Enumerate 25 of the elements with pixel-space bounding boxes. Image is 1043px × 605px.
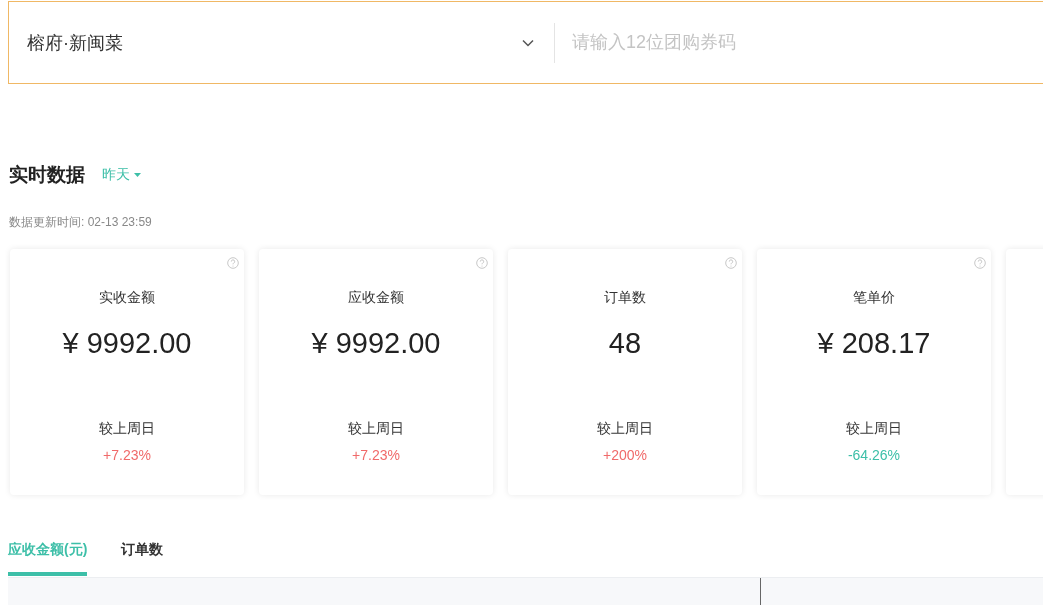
update-time: 数据更新时间: 02-13 23:59	[9, 214, 153, 231]
stat-label: 笔单价	[853, 289, 895, 307]
compare-label: 较上周日	[348, 420, 404, 438]
change-percent: +200%	[603, 447, 647, 463]
help-icon[interactable]	[227, 257, 239, 269]
compare-label: 较上周日	[597, 420, 653, 438]
change-percent: +7.23%	[352, 447, 400, 463]
help-icon[interactable]	[725, 257, 737, 269]
help-icon[interactable]	[974, 257, 986, 269]
compare-label: 较上周日	[846, 420, 902, 438]
change-percent: +7.23%	[103, 447, 151, 463]
stat-label: 订单数	[604, 289, 646, 307]
help-icon[interactable]	[476, 257, 488, 269]
stat-value: ¥ 9992.00	[62, 327, 192, 360]
caret-icon	[134, 173, 141, 177]
compare-label: 较上周日	[99, 420, 155, 438]
section-title: 实时数据	[9, 163, 85, 187]
chevron-down-icon	[522, 38, 534, 47]
chart-tab[interactable]: 订单数	[121, 533, 164, 576]
stat-label: 应收金额	[348, 289, 404, 307]
stat-label: 实收金额	[99, 289, 155, 307]
stat-value: ¥ 208.17	[817, 327, 931, 360]
stat-value: 48	[608, 327, 642, 360]
stat-value: ¥ 9992.00	[311, 327, 441, 360]
change-percent: -64.26%	[847, 447, 901, 463]
